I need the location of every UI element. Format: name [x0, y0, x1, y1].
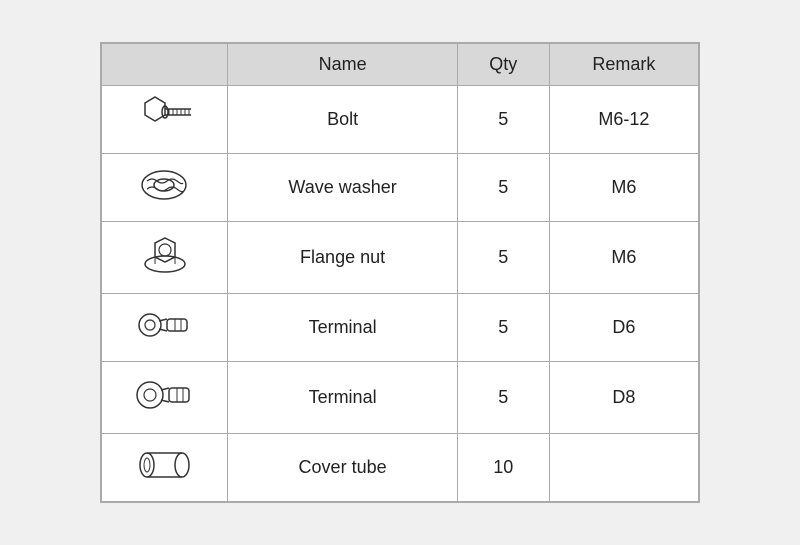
table-row: Terminal5D6	[102, 294, 699, 362]
part-qty: 5	[457, 222, 549, 294]
part-remark	[549, 434, 698, 502]
icon-wave-washer	[102, 154, 228, 222]
part-name: Bolt	[228, 86, 458, 154]
part-qty: 10	[457, 434, 549, 502]
part-name: Terminal	[228, 294, 458, 362]
part-qty: 5	[457, 362, 549, 434]
col-header-icon	[102, 44, 228, 86]
part-qty: 5	[457, 154, 549, 222]
part-name: Flange nut	[228, 222, 458, 294]
col-header-remark: Remark	[549, 44, 698, 86]
table-row: Flange nut5M6	[102, 222, 699, 294]
table-row: Wave washer5M6	[102, 154, 699, 222]
icon-flange-nut	[102, 222, 228, 294]
col-header-name: Name	[228, 44, 458, 86]
part-remark: M6-12	[549, 86, 698, 154]
icon-bolt	[102, 86, 228, 154]
table-row: Terminal5D8	[102, 362, 699, 434]
part-remark: M6	[549, 154, 698, 222]
part-remark: D8	[549, 362, 698, 434]
part-remark: M6	[549, 222, 698, 294]
part-name: Terminal	[228, 362, 458, 434]
icon-terminal-d8	[102, 362, 228, 434]
icon-cover-tube	[102, 434, 228, 502]
part-qty: 5	[457, 86, 549, 154]
part-name: Wave washer	[228, 154, 458, 222]
table-row: Bolt5M6-12	[102, 86, 699, 154]
part-qty: 5	[457, 294, 549, 362]
col-header-qty: Qty	[457, 44, 549, 86]
icon-terminal-d6	[102, 294, 228, 362]
parts-table: Name Qty Remark	[100, 42, 700, 503]
part-remark: D6	[549, 294, 698, 362]
part-name: Cover tube	[228, 434, 458, 502]
table-row: Cover tube10	[102, 434, 699, 502]
